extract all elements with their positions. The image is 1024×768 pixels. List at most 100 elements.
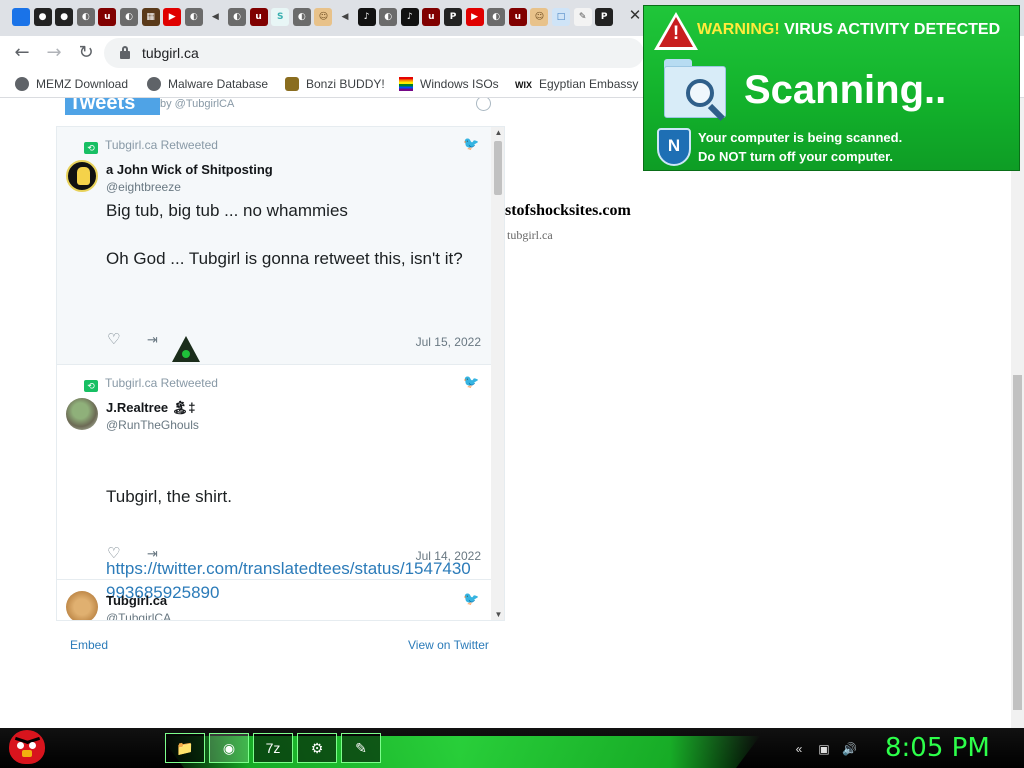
film-icon[interactable]: ▦	[141, 8, 160, 26]
view-on-twitter-link[interactable]: View on Twitter	[408, 638, 489, 652]
scroll-down-arrow[interactable]: ▼	[491, 609, 504, 620]
github-icon[interactable]: ●	[55, 8, 74, 26]
globe-icon[interactable]: ◐	[76, 8, 95, 26]
forward-icon[interactable]: →	[43, 42, 65, 64]
shield-icon: N	[657, 128, 691, 166]
avatar[interactable]	[66, 160, 98, 192]
timeline-header: Tweets	[65, 98, 160, 115]
bookmark-bonzi-buddy[interactable]: Bonzi BUDDY!	[285, 76, 385, 94]
volume-icon[interactable]: 🔊	[842, 742, 857, 756]
start-button-angry-bird-icon[interactable]	[9, 730, 45, 764]
tweet[interactable]: 🐦 Tubgirl.ca @TubgirlCA	[57, 580, 491, 620]
globe-icon[interactable]: ◐	[487, 8, 506, 26]
embed-link[interactable]: Embed	[70, 638, 108, 652]
twitter-bird-icon[interactable]: 🐦	[463, 137, 479, 150]
youtube-icon[interactable]: ▶	[465, 8, 484, 26]
twitter-bird-icon[interactable]: 🐦	[463, 592, 479, 605]
github-icon[interactable]: ●	[33, 8, 52, 26]
scroll-thumb[interactable]	[494, 141, 502, 195]
page-scroll-thumb[interactable]	[1013, 375, 1022, 710]
tweet-author-handle[interactable]: @eightbreeze	[106, 180, 181, 194]
tweet-author-name[interactable]: J.Realtree 🏝‡	[106, 400, 196, 416]
site-title-link[interactable]: stofshocksites.com	[505, 202, 631, 220]
speaker-icon[interactable]: ◀	[206, 8, 225, 26]
share-icon[interactable]: ⇥	[147, 547, 163, 561]
bookmark-malware-database[interactable]: Malware Database	[147, 76, 268, 94]
lock-icon	[120, 46, 130, 59]
tweet-text: Big tub, big tub ... no whammies Oh God …	[106, 201, 463, 268]
tweet[interactable]: ⟲ Tubgirl.ca Retweeted 🐦 J.Realtree 🏝‡ @R…	[57, 365, 491, 602]
avatar-icon[interactable]: ☺	[530, 8, 549, 26]
close-tab-icon[interactable]: ✕	[627, 7, 643, 25]
bookmark-windows-isos[interactable]: Windows ISOs	[399, 76, 499, 94]
tiktok-icon[interactable]: ♪	[357, 8, 376, 26]
virus-warning-popup[interactable]: ! WARNING! VIRUS ACTIVITY DETECTED Scann…	[643, 5, 1020, 171]
chrome-icon[interactable]: ◉	[209, 733, 249, 763]
tweet-date[interactable]: Jul 15, 2022	[416, 335, 481, 349]
notepad-icon[interactable]: ✎	[341, 733, 381, 763]
keyboard-icon[interactable]: «	[792, 742, 806, 756]
youtube-icon[interactable]: ▶	[163, 8, 182, 26]
ublock-icon[interactable]: u	[508, 8, 527, 26]
clock[interactable]: 8:05 PM	[885, 733, 990, 763]
network-icon[interactable]: ▣	[817, 742, 831, 756]
scanning-label: Scanning..	[744, 68, 947, 112]
tiktok-icon[interactable]: ♪	[400, 8, 419, 26]
tweet-date[interactable]: Jul 14, 2022	[416, 549, 481, 563]
timeline-by[interactable]: by @TubgirlCA	[160, 98, 234, 110]
7zip-icon[interactable]: 7z	[253, 733, 293, 763]
address-bar[interactable]: tubgirl.ca	[104, 38, 644, 68]
globe-icon[interactable]: ◐	[228, 8, 246, 26]
scan-warning-message: Do NOT turn off your computer.	[698, 149, 894, 164]
avatar[interactable]	[66, 591, 98, 620]
site-subtitle: tubgirl.ca	[507, 228, 553, 242]
psn-icon[interactable]: P	[444, 8, 462, 26]
heart-icon[interactable]: ♡	[107, 332, 123, 347]
psn-icon[interactable]: P	[595, 8, 614, 26]
window-icon[interactable]: □	[552, 8, 570, 26]
ublock-icon[interactable]: u	[98, 8, 117, 26]
ublock-icon[interactable]: u	[249, 8, 268, 26]
twitter-bird-icon[interactable]: 🐦	[463, 375, 479, 388]
taskbar: 📁 ◉ 7z ⚙ ✎ « ▣ 🔊 8:05 PM	[0, 728, 1024, 768]
tweet-author-name[interactable]: a John Wick of Shitposting	[106, 162, 273, 177]
page-scrollbar[interactable]	[1011, 98, 1024, 728]
hand-icon	[77, 167, 90, 185]
globe-icon[interactable]: ◐	[120, 8, 138, 26]
wix-icon: WIX	[515, 80, 532, 90]
avatar-icon[interactable]: ☺	[314, 8, 333, 26]
screen: ✕ ⬇ ● ● ◐ u ◐ ▦ ▶ ◐ ◀ ◐ u S ◐ ☺ ◀ ♪ ◐ ♪ u P ▶ ◐ u ☺ □ ✎ P ← → ↻ tub…	[0, 0, 1024, 768]
app-icon[interactable]: ⚙	[297, 733, 337, 763]
scroll-up-arrow[interactable]: ▲	[491, 127, 504, 139]
globe-icon[interactable]: ◐	[292, 8, 311, 26]
globe-icon[interactable]: ◐	[184, 8, 203, 26]
globe-icon[interactable]: ◐	[379, 8, 398, 26]
tweet-author-name[interactable]: Tubgirl.ca	[106, 593, 167, 608]
download-icon[interactable]: ⬇	[12, 8, 30, 26]
back-icon[interactable]: ←	[11, 42, 33, 64]
tweet[interactable]: ⟲ Tubgirl.ca Retweeted 🐦 a John Wick of S…	[57, 127, 491, 365]
heart-icon[interactable]: ♡	[107, 546, 123, 561]
info-icon[interactable]	[476, 98, 491, 111]
ublock-icon[interactable]: u	[422, 8, 441, 26]
paper-icon[interactable]: ✎	[573, 8, 592, 26]
timeline-scrollbar[interactable]: ▲ ▼	[491, 127, 504, 620]
folder-icon[interactable]: 📁	[165, 733, 205, 763]
retweet-label: ⟲ Tubgirl.ca Retweeted	[84, 138, 218, 154]
taskbar-glow	[160, 736, 760, 768]
retweet-icon: ⟲	[84, 142, 98, 154]
share-icon[interactable]: ⇥	[147, 333, 163, 347]
s-icon[interactable]: S	[271, 8, 290, 26]
avatar[interactable]	[66, 398, 98, 430]
bookmark-memz-download[interactable]: MEMZ Download	[15, 76, 128, 94]
bookmark-egyptian-embassy[interactable]: WIX Egyptian Embassy	[515, 76, 638, 94]
globe-icon	[15, 77, 29, 91]
url-text[interactable]: tubgirl.ca	[142, 45, 199, 61]
speaker-icon[interactable]: ◀	[336, 8, 354, 26]
folder-search-icon	[664, 59, 730, 121]
reload-icon[interactable]: ↻	[75, 42, 97, 64]
tweet-author-handle[interactable]: @TubgirlCA	[106, 611, 171, 620]
exclamation-icon: !	[672, 23, 680, 44]
globe-icon	[147, 77, 161, 91]
tweet-author-handle[interactable]: @RunTheGhouls	[106, 418, 199, 432]
